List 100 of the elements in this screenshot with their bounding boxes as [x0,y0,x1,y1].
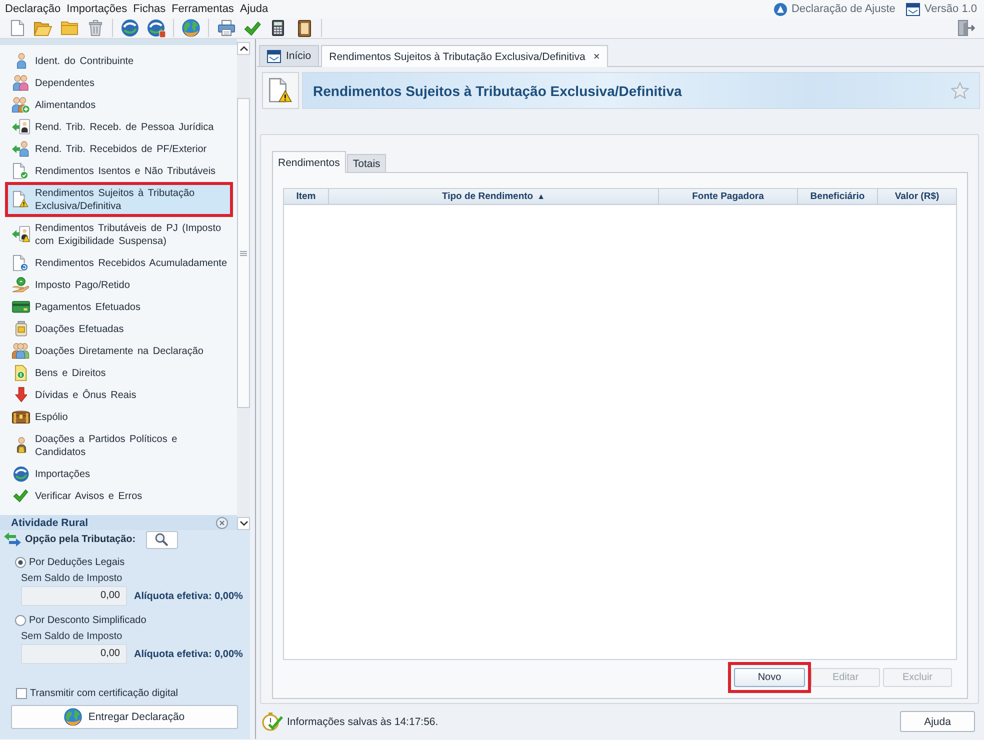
chevron-up-icon [240,46,248,51]
nav-item[interactable]: Imposto Pago/Retido [5,274,232,296]
grip-icon [240,250,247,256]
folder-icon[interactable] [60,21,78,35]
section-header[interactable]: Atividade Rural [0,515,237,530]
arrow-id-card-warning-icon [12,226,30,243]
window-icon [267,50,281,62]
circle-logo-icon [774,2,788,16]
indicator-label: Declaração de Ajuste [791,3,896,15]
person-icon [16,53,26,69]
value-field[interactable]: 0,00 [21,644,127,664]
close-tab-button[interactable]: × [593,50,600,62]
search-button[interactable] [146,530,178,548]
nav-item[interactable]: Importações [5,463,232,485]
scrollbar-thumb[interactable] [237,98,250,408]
check-icon [13,489,29,503]
nav-item[interactable]: Rendimentos Sujeitos à Tributação Exclusiva/Definitiva [5,182,232,217]
globe-icon [64,708,82,726]
column-header[interactable]: Beneficiário [798,189,878,204]
chest-icon [12,410,30,424]
field-caption: Sem Saldo de Imposto [21,630,124,643]
checkbox-label: Transmitir com certificação digital [30,688,178,698]
nav-item[interactable]: Doações a Partidos Políticos e Candidatos [5,428,232,463]
stopwatch-check-icon [262,712,283,731]
checkbox[interactable] [16,688,27,698]
column-header[interactable]: Valor (R$) [878,189,956,204]
nav-item[interactable]: Rendimentos Tributáveis de PJ (Imposto com Exigibilidade Suspensa) [5,217,232,252]
radio-button[interactable] [15,556,26,568]
tab[interactable]: Início [259,45,320,66]
people-group-icon [12,343,30,359]
hand-coin-icon [12,277,30,293]
people-icon [13,75,29,91]
people-plus-icon [12,96,30,114]
radio-label: Por Desconto Simplificado [29,614,146,626]
arrow-person-icon [12,141,30,157]
menu-item[interactable]: Fichas [133,3,166,15]
nav-item[interactable]: Verificar Avisos e Erros [5,485,232,507]
nav-item[interactable]: Espólio [5,406,232,428]
field-caption: Sem Saldo de Imposto [21,572,124,585]
search-icon [155,533,168,546]
document-warning-icon [13,191,29,208]
globe-arrows-icon [12,466,30,482]
printer-icon[interactable] [218,20,234,36]
submit-button[interactable]: Entregar Declaração [11,705,238,729]
radio-button[interactable] [15,614,26,626]
sort-indicator: ▲ [537,192,546,202]
status-message: Informações salvas às 14:17:56. [287,716,440,728]
nav-item[interactable]: Doações Efetuadas [5,318,232,340]
menu-item[interactable]: Ferramentas [172,3,234,15]
arrow-id-card-icon [12,119,30,135]
column-header[interactable]: Item [284,189,329,204]
action-button[interactable]: Novo [734,668,805,687]
indicator-label: Versão 1.0 [924,3,977,15]
panel-title: Opção pela Tributação: [25,534,136,545]
nav-item[interactable]: Rendimentos Recebidos Acumuladamente [5,252,232,274]
nav-item[interactable]: Dependentes [5,72,232,94]
open-folder-icon[interactable] [34,20,52,36]
nav-item[interactable]: Alimentandos [5,94,232,116]
star-icon[interactable] [951,82,969,99]
document-warning-icon [269,78,292,103]
column-header[interactable]: Fonte Pagadora [659,189,798,204]
globe-lock-icon[interactable] [146,18,166,38]
tab[interactable]: Totais [346,154,386,172]
calculator-icon[interactable] [272,20,284,36]
rate-label: Alíquota efetiva: 0,00% [134,648,243,660]
scroll-down-button[interactable] [237,517,250,530]
menu-item[interactable]: Declaração [5,3,61,15]
swap-arrows-icon [4,532,21,547]
nav-item[interactable]: Rend. Trib. Recebidos de PF/Exterior [5,138,232,160]
radio-label: Por Deduções Legais [29,556,125,568]
globe-icon[interactable] [182,19,200,37]
globe-arrows-icon[interactable] [121,19,139,37]
menu-item[interactable]: Ajuda [240,3,268,15]
chevron-down-icon [240,521,248,526]
nav-item[interactable]: Dívidas e Ônus Reais [5,384,232,406]
check-icon[interactable] [244,20,260,36]
nav-item[interactable]: Ident. do Contribuinte [5,50,232,72]
nav-item[interactable]: Pagamentos Efetuados [5,296,232,318]
scroll-up-button[interactable] [237,42,250,55]
nav-item[interactable]: Rend. Trib. Receb. de Pessoa Jurídica [5,116,232,138]
jar-icon [14,321,28,337]
book-icon[interactable] [298,20,310,36]
card-icon [12,301,30,313]
tab[interactable]: Rendimentos [272,151,346,173]
nav-item[interactable]: Rendimentos Isentos e Não Tributáveis [5,160,232,182]
new-document-icon[interactable] [10,20,24,36]
tab[interactable]: Rendimentos Sujeitos à Tributação Exclusiva/Definitiva × [321,45,608,67]
value-field[interactable]: 0,00 [21,586,127,606]
rate-label: Alíquota efetiva: 0,00% [134,590,243,602]
trash-icon[interactable] [88,20,102,36]
page-title: Rendimentos Sujeitos à Tributação Exclusiva/Definitiva [313,82,683,98]
nav-item[interactable]: Doações Diretamente na Declaração [5,340,232,362]
document-check-icon [13,162,29,180]
window-icon [906,2,920,16]
help-button[interactable]: Ajuda [900,711,975,732]
menu-item[interactable]: Importações [66,3,128,15]
nav-item[interactable]: Bens e Direitos [5,362,232,384]
close-circle-icon[interactable] [216,516,228,528]
exit-icon[interactable] [958,20,974,36]
column-header[interactable]: Tipo de Rendimento ▲ [329,189,659,204]
